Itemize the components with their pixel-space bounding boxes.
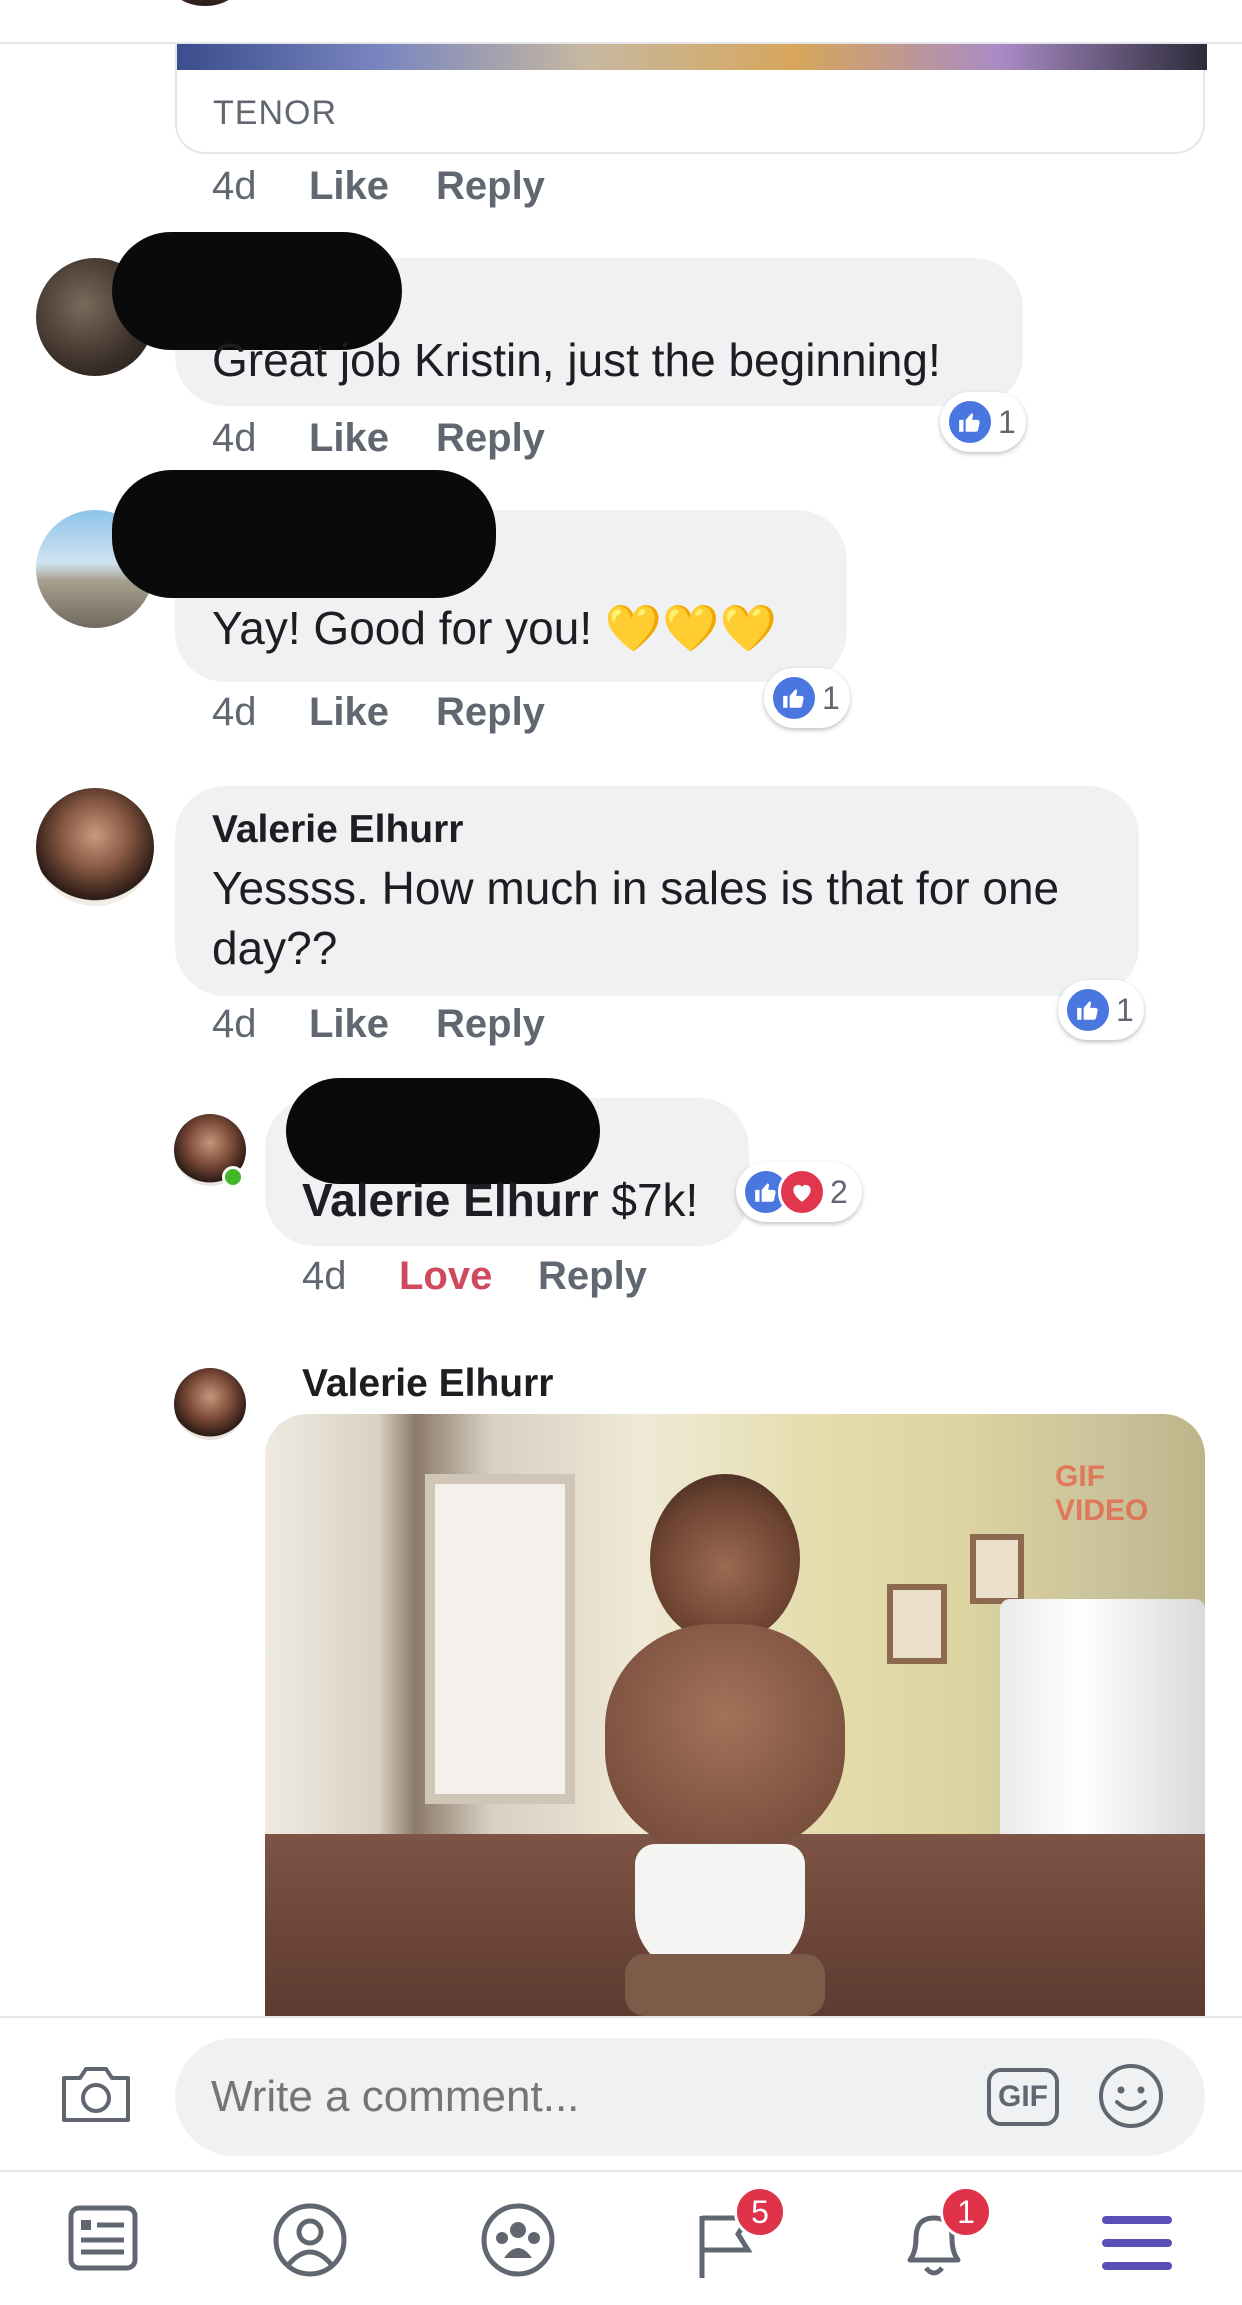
comment-text: Yay! Good for you! 💛💛💛 (212, 602, 777, 654)
reply-actions: 4d Love Reply (302, 1254, 802, 1304)
reaction-summary[interactable]: 1 (764, 668, 850, 728)
reply-button[interactable]: Reply (436, 416, 545, 461)
comment-input-field[interactable] (211, 2066, 931, 2128)
redacted-name (112, 470, 496, 598)
wall-picture (887, 1584, 947, 1664)
reaction-count: 2 (830, 1173, 848, 1210)
comment-actions: 4d Like Reply (212, 690, 712, 740)
like-button[interactable]: Like (309, 690, 389, 735)
reply-button[interactable]: Reply (538, 1254, 647, 1299)
comment-time: 4d (212, 690, 257, 734)
comment-actions: 4d Like Reply (212, 1002, 712, 1052)
reply-button[interactable]: Reply (436, 1002, 545, 1047)
reaction-summary[interactable]: 1 (1058, 980, 1144, 1040)
avatar[interactable] (174, 1368, 246, 1440)
like-reaction-icon (946, 398, 994, 446)
gif-button[interactable]: GIF (987, 2068, 1059, 2126)
gif-watermark: GIF VIDEO (1055, 1460, 1149, 1527)
comment-actions: 4d Like Reply (212, 164, 712, 214)
reaction-count: 1 (1116, 991, 1134, 1028)
comment-author[interactable]: Valerie Elhurr (212, 808, 463, 852)
reply-button[interactable]: Reply (436, 690, 545, 735)
comment-actions: 4d Like Reply (212, 416, 712, 466)
reaction-summary[interactable]: 1 (940, 392, 1026, 452)
like-button[interactable]: Like (309, 164, 389, 209)
gif-card[interactable]: TENOR (175, 44, 1207, 154)
gif-source-label: TENOR (213, 94, 337, 132)
reaction-count: 1 (822, 679, 840, 716)
wall-picture (970, 1534, 1024, 1604)
gif-video[interactable]: GIF VIDEO (265, 1414, 1205, 2016)
baby-figure (555, 1474, 875, 2016)
bottom-tab-bar: 5 1 (0, 2170, 1242, 2305)
comment-text: Yessss. How much in sales is that for on… (212, 862, 1060, 974)
comment-input[interactable]: GIF (175, 2038, 1205, 2156)
comment-composer-bar: GIF (0, 2016, 1242, 2170)
menu-icon[interactable] (1100, 2212, 1174, 2274)
reply-time: 4d (302, 1254, 347, 1298)
love-button[interactable]: Love (399, 1254, 492, 1299)
comment-text: Great job Kristin, just the beginning! (212, 334, 941, 386)
reply-text-body: $7k! (598, 1174, 699, 1226)
groups-icon[interactable] (480, 2202, 556, 2278)
mention-link[interactable]: Valerie Elhurr (302, 1174, 599, 1226)
reaction-count: 1 (998, 403, 1016, 440)
heart-reaction-icon (778, 1168, 826, 1216)
avatar[interactable] (36, 788, 154, 906)
comment-time: 4d (212, 164, 257, 208)
avatar[interactable] (170, 0, 240, 6)
notifications-badge: 1 (940, 2186, 992, 2238)
like-button[interactable]: Like (309, 1002, 389, 1047)
reply-button[interactable]: Reply (436, 164, 545, 209)
comment-time: 4d (212, 1002, 257, 1046)
reaction-summary[interactable]: 2 (736, 1162, 862, 1222)
emoji-icon[interactable] (1097, 2062, 1165, 2130)
like-reaction-icon (770, 674, 818, 722)
news-feed-icon[interactable] (66, 2202, 140, 2274)
gif-button-label: GIF (998, 2080, 1048, 2113)
redacted-name (286, 1078, 600, 1184)
window-frame (425, 1474, 575, 1804)
camera-icon[interactable] (58, 2062, 134, 2126)
like-reaction-icon (1064, 986, 1112, 1034)
profile-icon[interactable] (272, 2202, 348, 2278)
reply-text: Valerie Elhurr $7k! (302, 1170, 698, 1230)
like-button[interactable]: Like (309, 416, 389, 461)
online-indicator (222, 1166, 244, 1188)
pages-badge: 5 (734, 2186, 786, 2238)
comment-author[interactable]: Valerie Elhurr (302, 1362, 553, 1406)
comment-time: 4d (212, 416, 257, 460)
gif-image-strip[interactable] (177, 44, 1207, 70)
